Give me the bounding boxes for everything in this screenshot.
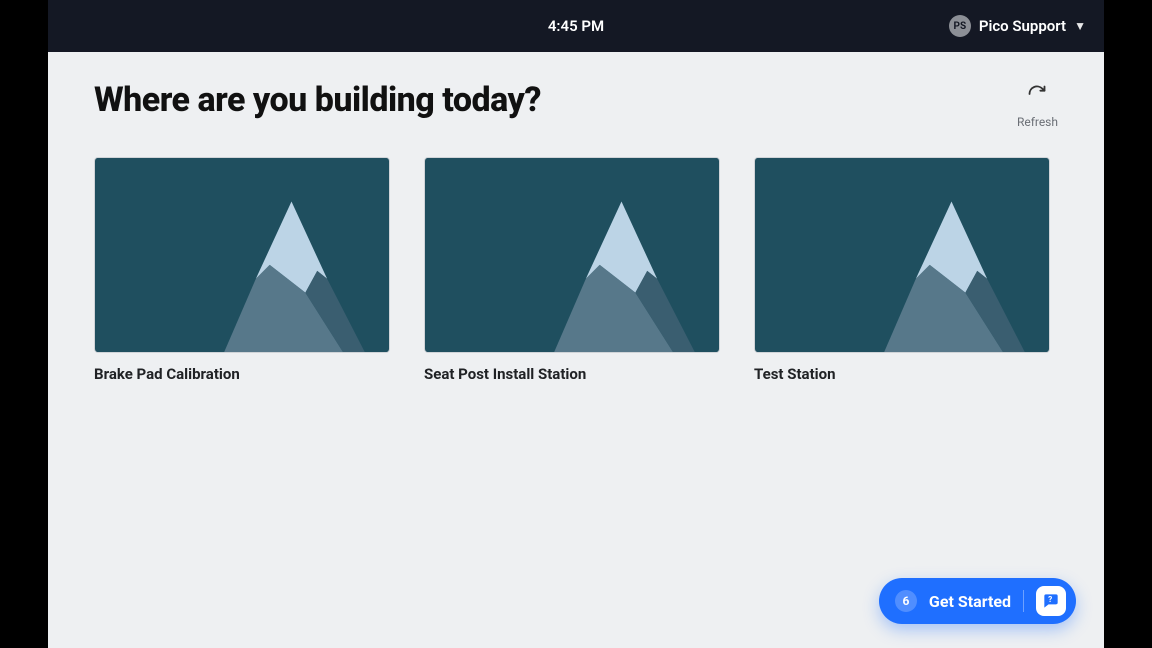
top-bar: 4:45 PM PS Pico Support ▼ bbox=[48, 0, 1104, 52]
header-row: Where are you building today? Refresh bbox=[94, 80, 1058, 129]
divider bbox=[1023, 590, 1024, 612]
refresh-icon bbox=[1027, 84, 1047, 109]
refresh-button[interactable]: Refresh bbox=[1017, 84, 1058, 129]
station-cards: Brake Pad Calibration Seat Post Install … bbox=[94, 157, 1058, 383]
station-thumbnail bbox=[754, 157, 1050, 353]
station-card-title: Brake Pad Calibration bbox=[94, 365, 390, 383]
page-title: Where are you building today? bbox=[94, 80, 541, 120]
help-badge-count: 6 bbox=[895, 590, 917, 612]
user-menu[interactable]: PS Pico Support ▼ bbox=[949, 15, 1086, 37]
help-chat-icon: ? bbox=[1036, 586, 1066, 616]
station-card-title: Seat Post Install Station bbox=[424, 365, 720, 383]
clock: 4:45 PM bbox=[548, 17, 604, 35]
user-name: Pico Support bbox=[979, 17, 1066, 35]
station-thumbnail bbox=[424, 157, 720, 353]
mountain-icon bbox=[755, 158, 1049, 352]
station-thumbnail bbox=[94, 157, 390, 353]
refresh-label: Refresh bbox=[1017, 115, 1058, 129]
app-stage: 4:45 PM PS Pico Support ▼ Where are you … bbox=[48, 0, 1104, 648]
station-card-seat-post[interactable]: Seat Post Install Station bbox=[424, 157, 720, 383]
chevron-down-icon: ▼ bbox=[1074, 19, 1086, 33]
help-widget[interactable]: 6 Get Started ? bbox=[879, 578, 1076, 624]
station-card-brake-pad[interactable]: Brake Pad Calibration bbox=[94, 157, 390, 383]
svg-text:?: ? bbox=[1048, 595, 1052, 605]
mountain-icon bbox=[95, 158, 389, 352]
content-area: Where are you building today? Refresh bbox=[48, 52, 1104, 648]
station-card-title: Test Station bbox=[754, 365, 1050, 383]
help-label: Get Started bbox=[929, 592, 1011, 611]
station-card-test[interactable]: Test Station bbox=[754, 157, 1050, 383]
avatar: PS bbox=[949, 15, 971, 37]
mountain-icon bbox=[425, 158, 719, 352]
